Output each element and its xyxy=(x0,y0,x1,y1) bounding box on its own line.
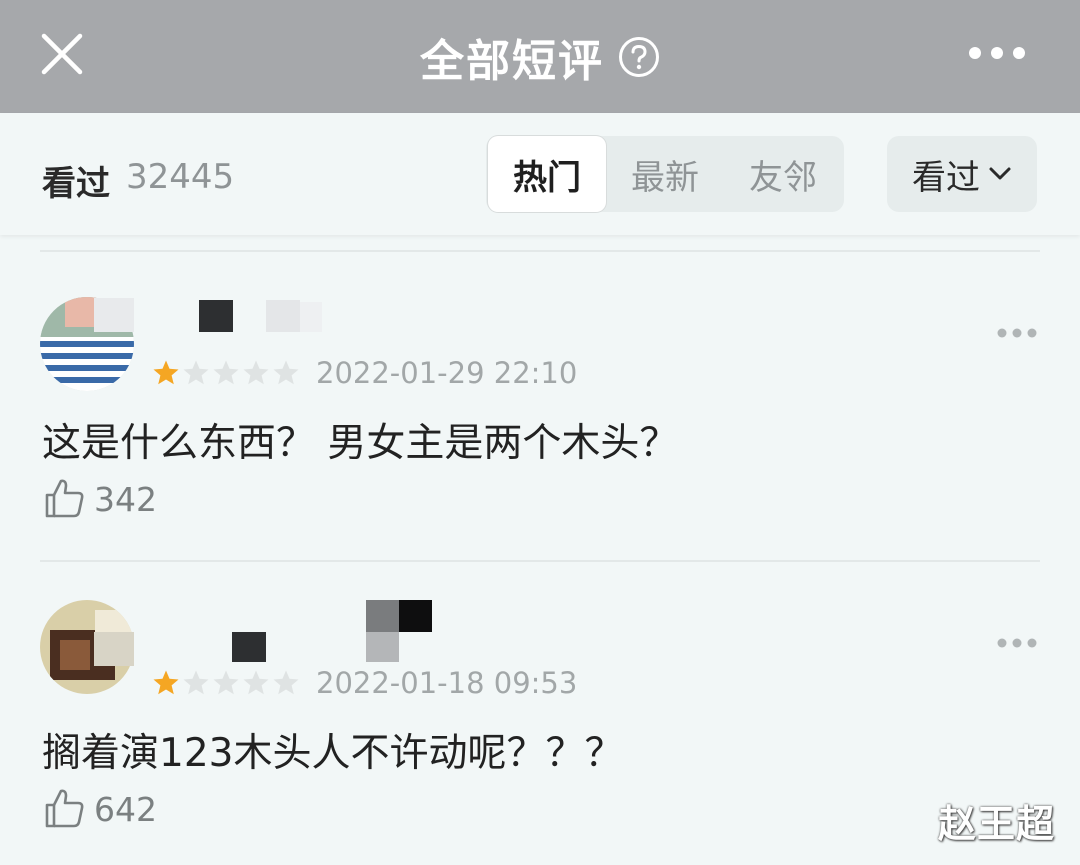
title-area: 全部短评 xyxy=(0,0,1080,113)
comment-date: 2022-01-29 22:10 xyxy=(316,356,578,390)
rating-stars xyxy=(153,360,299,385)
star-empty-icon xyxy=(213,670,239,695)
username-blur xyxy=(199,300,233,332)
thumbs-up-icon[interactable] xyxy=(44,477,86,519)
star-empty-icon xyxy=(243,360,269,385)
username-blur xyxy=(366,632,399,662)
tab-hot[interactable]: 热门 xyxy=(488,136,606,212)
tab-friends[interactable]: 友邻 xyxy=(724,136,842,212)
sort-segmented-control: 热门 最新 友邻 xyxy=(486,136,844,212)
username-blur xyxy=(366,600,399,632)
tab-latest[interactable]: 最新 xyxy=(606,136,724,212)
chevron-down-icon xyxy=(989,167,1011,180)
seen-count: 32445 xyxy=(126,157,235,197)
divider xyxy=(40,250,1040,252)
star-filled-icon xyxy=(153,670,179,695)
help-circle-icon[interactable] xyxy=(618,36,660,78)
username-blur xyxy=(266,300,300,332)
star-empty-icon xyxy=(273,670,299,695)
comment-date: 2022-01-18 09:53 xyxy=(316,666,578,700)
star-empty-icon xyxy=(243,670,269,695)
star-empty-icon xyxy=(273,360,299,385)
more-horizontal-icon[interactable] xyxy=(996,637,1038,649)
star-empty-icon xyxy=(183,670,209,695)
thumbs-up-icon[interactable] xyxy=(44,787,86,829)
watched-dropdown[interactable]: 看过 xyxy=(887,136,1037,212)
divider xyxy=(40,560,1040,562)
comment-text: 这是什么东西？ 男女主是两个木头？ xyxy=(42,421,679,466)
seen-label: 看过 xyxy=(42,164,110,204)
username-blur xyxy=(232,632,266,662)
username-blur xyxy=(399,600,432,632)
rating-stars xyxy=(153,670,299,695)
page-title: 全部短评 xyxy=(420,35,604,87)
star-filled-icon xyxy=(153,360,179,385)
star-empty-icon xyxy=(183,360,209,385)
username-blur xyxy=(94,632,134,666)
watched-dropdown-label: 看过 xyxy=(912,157,980,198)
username-blur xyxy=(94,298,134,332)
more-horizontal-icon[interactable] xyxy=(965,42,1029,64)
like-count: 342 xyxy=(94,480,157,519)
watermark: 赵王超 xyxy=(938,802,1056,846)
comment-text: 搁着演123木头人不许动呢？？？ xyxy=(42,731,624,776)
like-count: 642 xyxy=(94,790,157,829)
username-blur xyxy=(300,302,322,332)
more-horizontal-icon[interactable] xyxy=(996,327,1038,339)
star-empty-icon xyxy=(213,360,239,385)
